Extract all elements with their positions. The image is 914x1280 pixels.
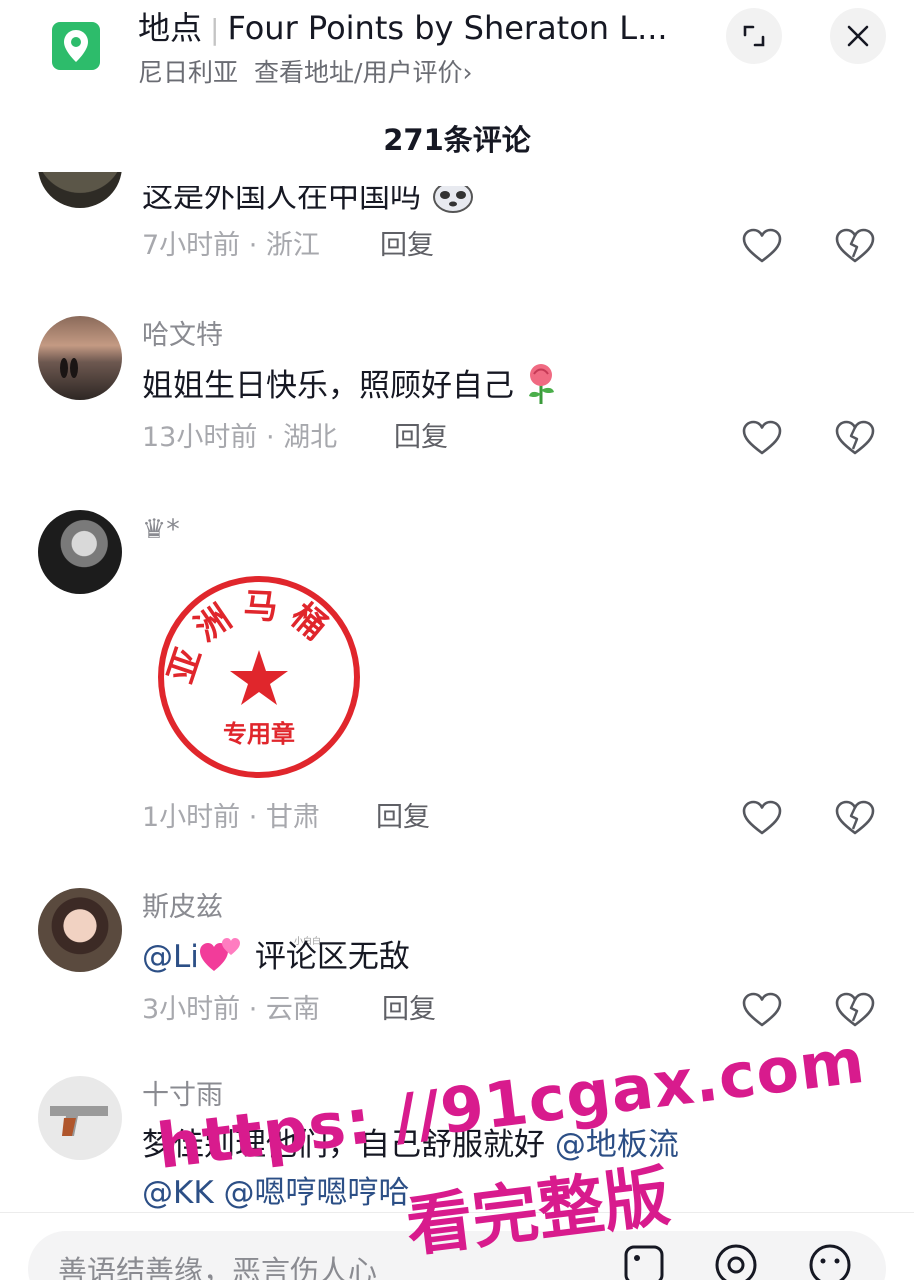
title-prefix: 地点 <box>138 9 203 47</box>
like-button[interactable] <box>740 224 784 268</box>
mention-link[interactable]: @Li <box>142 939 199 975</box>
expand-icon <box>743 25 765 47</box>
broken-heart-icon <box>835 228 875 263</box>
smiley-icon <box>809 1244 851 1280</box>
location-title[interactable]: 地点 | Four Points by Sheraton L... <box>138 6 698 50</box>
location-country: 尼日利亚 <box>138 58 239 87</box>
comment-input-placeholder: 善语结善缘，恶言伤人心 <box>58 1254 378 1280</box>
comment-text-line2: @KK @嗯哼嗯哼哈 <box>142 1170 410 1212</box>
like-button[interactable] <box>740 796 784 840</box>
comment-text: @Li 评论区无敌 <box>142 934 410 980</box>
location-pin-icon[interactable] <box>52 22 100 70</box>
heart-icon <box>742 992 782 1027</box>
pink-hearts-icon <box>199 938 240 971</box>
dislike-button[interactable] <box>833 988 877 1032</box>
avatar[interactable] <box>38 316 122 400</box>
expand-button[interactable] <box>726 8 782 64</box>
pistol-icon <box>50 1106 108 1136</box>
comment-text: 梦佳别理他们，自己舒服就好 @地板流 <box>142 1127 679 1163</box>
avatar[interactable] <box>38 1076 122 1160</box>
username[interactable]: 哈文特 <box>142 316 223 356</box>
avatar-silhouettes <box>60 358 78 378</box>
reply-button[interactable]: 回复 <box>382 990 436 1030</box>
dislike-button[interactable] <box>833 416 877 460</box>
close-icon <box>847 25 869 47</box>
heart-icon <box>742 420 782 455</box>
at-icon <box>715 1244 757 1280</box>
heart-icon <box>742 228 782 263</box>
comment-count: 271条评论 <box>383 123 531 157</box>
panda-sticker-icon <box>432 186 473 213</box>
comment-meta: 13小时前 · 湖北 <box>142 422 338 453</box>
mention-link[interactable]: @KK @嗯哼嗯哼哈 <box>142 1175 410 1211</box>
reply-button[interactable]: 回复 <box>376 798 430 838</box>
like-button[interactable] <box>740 416 784 460</box>
image-picker-button[interactable] <box>620 1241 668 1280</box>
mention-link[interactable]: @地板流 <box>555 1127 679 1163</box>
comment-text: 这是外国人在中国吗 <box>142 186 475 220</box>
broken-heart-icon <box>835 420 875 455</box>
chevron-right-icon: › <box>462 58 473 87</box>
username[interactable]: 斯皮兹 <box>142 888 223 928</box>
address-link[interactable]: 查看地址/用户评价 <box>254 58 462 87</box>
username[interactable]: ♛* <box>142 510 180 550</box>
avatar[interactable] <box>38 510 122 594</box>
stamp-bottom-text: 专用章 <box>223 720 295 748</box>
close-button[interactable] <box>830 8 886 64</box>
rose-icon <box>528 364 554 404</box>
comment-meta: 3小时前 · 云南 <box>142 994 320 1025</box>
image-icon <box>624 1245 664 1280</box>
like-button[interactable] <box>740 988 784 1032</box>
dislike-button[interactable] <box>833 796 877 840</box>
username[interactable]: 十寸雨 <box>142 1076 223 1116</box>
mention-button[interactable] <box>712 1241 760 1280</box>
dislike-button[interactable] <box>833 224 877 268</box>
location-subtitle[interactable]: 尼日利亚 查看地址/用户评价› <box>138 54 472 92</box>
comment-input-bar: 善语结善缘，恶言伤人心 <box>0 1212 914 1280</box>
broken-heart-icon <box>835 992 875 1027</box>
comment-meta: 7小时前 · 浙江 <box>142 230 320 261</box>
stamp-image[interactable]: 亚洲马桶 专用章 <box>152 570 366 784</box>
broken-heart-icon <box>835 800 875 835</box>
comment-meta: 1小时前 · 甘肃 <box>142 802 320 833</box>
comment-text: 姐姐生日快乐，照顾好自己 <box>142 362 558 409</box>
reply-button[interactable]: 回复 <box>380 226 434 266</box>
avatar[interactable] <box>38 172 122 208</box>
emoji-button[interactable] <box>806 1241 854 1280</box>
comment-list[interactable]: 这是外国人在中国吗 7小时前 · 浙江 回复 哈文特 姐姐生日快乐，照顾好自己 … <box>0 172 914 1212</box>
reply-button[interactable]: 回复 <box>394 418 448 458</box>
heart-icon <box>742 800 782 835</box>
avatar[interactable] <box>38 888 122 972</box>
location-header: 地点 | Four Points by Sheraton L... 尼日利亚 查看地址… <box>0 0 914 110</box>
hotel-name: Four Points by Sheraton L... <box>227 9 668 47</box>
